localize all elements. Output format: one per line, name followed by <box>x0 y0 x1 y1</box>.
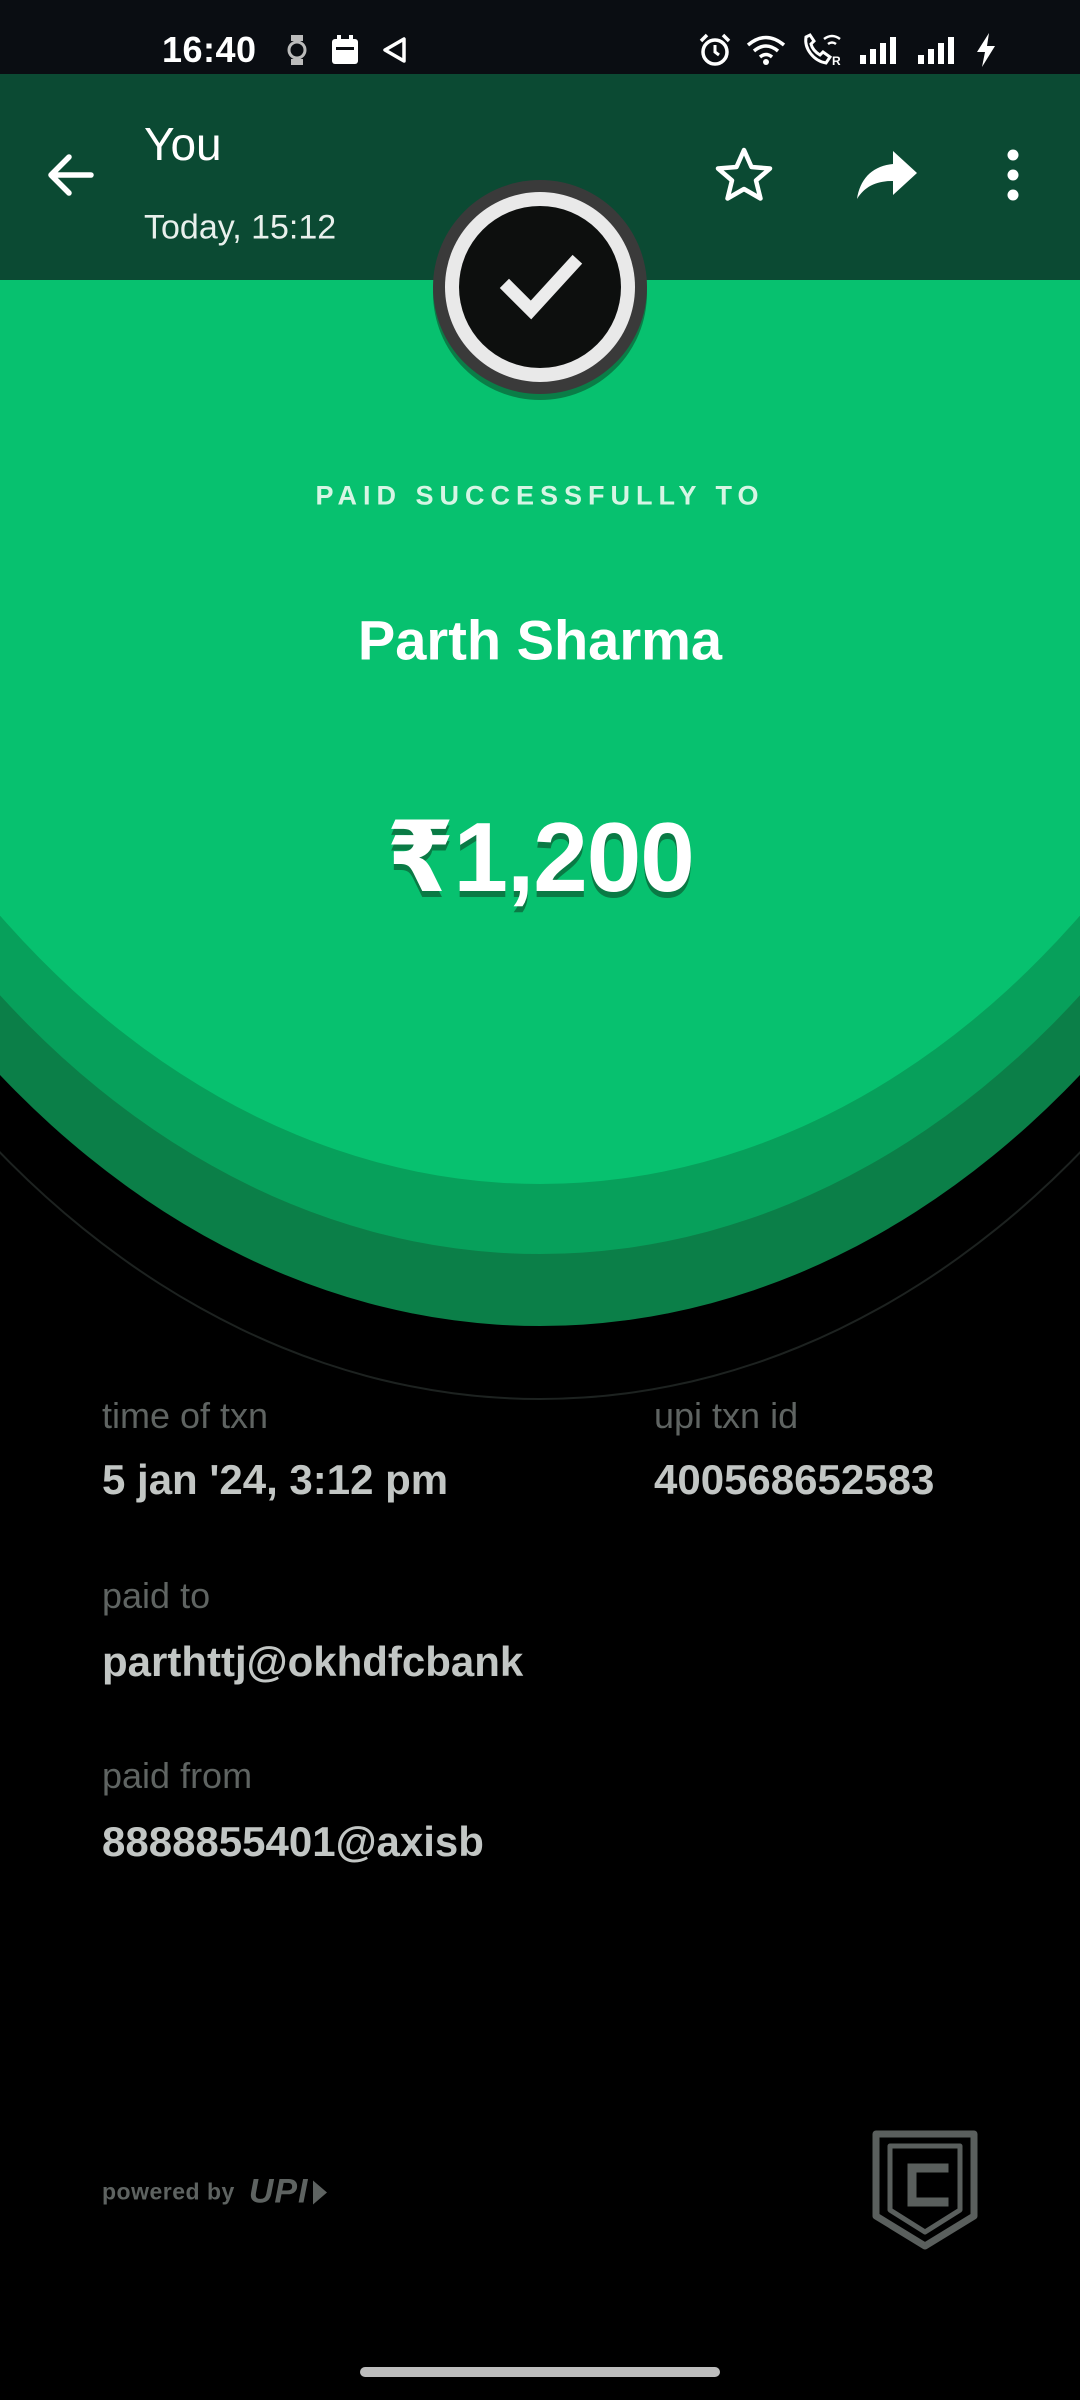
message-timestamp: Today, 15:12 <box>144 208 337 247</box>
status-bar: 16:40 R <box>0 0 1080 74</box>
check-icon <box>499 254 583 320</box>
payment-amount: ₹1,200 <box>386 802 694 912</box>
more-vert-icon <box>1007 149 1019 201</box>
receipt-card: PAID SUCCESSFULLY TO Parth Sharma ₹1,200… <box>0 0 1080 2400</box>
watch-icon <box>287 35 307 65</box>
star-icon <box>715 147 773 201</box>
time-of-txn-value: 5 jan '24, 3:12 pm <box>102 1456 449 1503</box>
payment-status-label: PAID SUCCESSFULLY TO <box>315 480 765 511</box>
upi-logo: UPI <box>249 2173 329 2212</box>
wifi-call-icon: R <box>804 33 841 67</box>
share-icon <box>857 151 917 199</box>
forward-button[interactable] <box>846 134 928 216</box>
home-indicator[interactable] <box>360 2367 720 2377</box>
back-button[interactable] <box>30 134 112 216</box>
upi-arrow-icon <box>312 2180 327 2204</box>
back-arrow-icon <box>48 154 94 196</box>
paid-from-value: 8888855401@axisb <box>102 1818 484 1865</box>
charging-icon <box>977 33 995 67</box>
wifi-icon <box>746 35 786 65</box>
upi-logo-text: UPI <box>248 2172 309 2211</box>
time-of-txn-label: time of txn <box>102 1395 269 1436</box>
success-badge <box>433 180 647 394</box>
upi-txn-id-value: 400568652583 <box>654 1456 935 1503</box>
signal-icon <box>918 37 954 64</box>
calendar-icon <box>332 35 358 64</box>
signal-icon <box>860 37 896 64</box>
more-options-button[interactable] <box>972 134 1054 216</box>
svg-text:R: R <box>832 54 841 67</box>
payee-name: Parth Sharma <box>357 608 723 672</box>
paid-to-value: parthttj@okhdfcbank <box>102 1638 524 1685</box>
alarm-icon <box>699 33 731 66</box>
cred-crest-icon <box>872 2130 978 2250</box>
status-time: 16:40 <box>162 29 257 70</box>
star-button[interactable] <box>703 134 785 216</box>
paid-to-label: paid to <box>102 1575 211 1616</box>
paid-from-label: paid from <box>102 1755 253 1796</box>
payment-receipt-screen: PAID SUCCESSFULLY TO Parth Sharma ₹1,200… <box>0 0 1080 2400</box>
sender-title: You <box>144 118 222 170</box>
upi-txn-id-label: upi txn id <box>654 1395 799 1436</box>
powered-by-text: powered by <box>102 2178 235 2205</box>
navigation-icon <box>383 37 406 63</box>
powered-by-upi: powered by UPI <box>102 2173 329 2212</box>
